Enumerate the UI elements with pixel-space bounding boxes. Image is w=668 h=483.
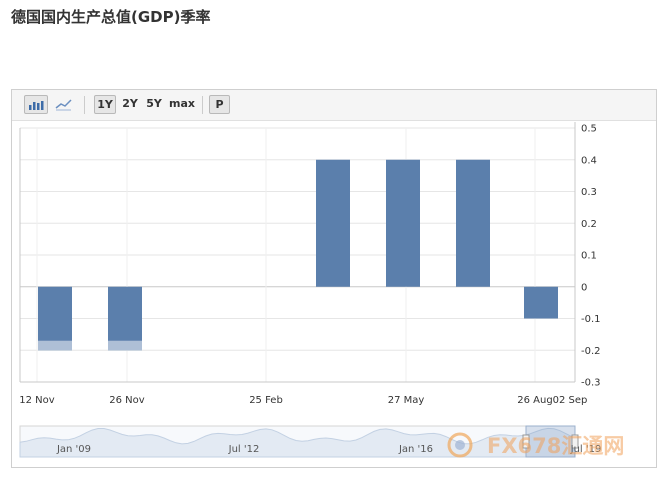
- x-tick-label: 27 May: [388, 395, 425, 406]
- watermark-logo-dot: [455, 440, 465, 450]
- navigator-label: Jan '16: [398, 444, 433, 455]
- y-tick-label: 0.4: [581, 155, 597, 166]
- bar-overlay-0: [38, 340, 72, 351]
- y-tick-label: -0.1: [581, 314, 601, 325]
- x-tick-label: 26 Nov: [109, 395, 145, 406]
- x-tick-label: 02 Sep: [553, 395, 588, 406]
- bar-4: [456, 159, 490, 287]
- y-tick-label: 0.1: [581, 251, 597, 262]
- bar-overlay-1: [108, 340, 142, 351]
- y-tick-label: 0.3: [581, 187, 597, 198]
- chart-axes: 0.5 0.4 0.3 0.2 0.1 0 -0.1 -0.2 -0.3 12 Nov 26 Nov…: [19, 122, 601, 406]
- x-tick-label: 12 Nov: [19, 395, 55, 406]
- x-tick-label: 26 Aug: [517, 395, 552, 406]
- bar-3: [386, 159, 420, 287]
- bar-2: [316, 159, 350, 287]
- y-tick-label: 0.2: [581, 219, 597, 230]
- bar-5: [524, 286, 558, 319]
- y-tick-label: 0: [581, 282, 587, 293]
- y-tick-label: 0.5: [581, 124, 597, 135]
- chart-grid: [20, 127, 575, 383]
- x-tick-label: 25 Feb: [249, 395, 283, 406]
- navigator-label: Jul '12: [228, 444, 260, 455]
- navigator-label: Jan '09: [56, 444, 91, 455]
- y-tick-label: -0.3: [581, 378, 601, 389]
- y-tick-label: -0.2: [581, 346, 601, 357]
- watermark-text: FX678汇通网: [487, 434, 624, 458]
- main-chart: 0.5 0.4 0.3 0.2 0.1 0 -0.1 -0.2 -0.3 12 Nov 26 Nov…: [19, 122, 624, 458]
